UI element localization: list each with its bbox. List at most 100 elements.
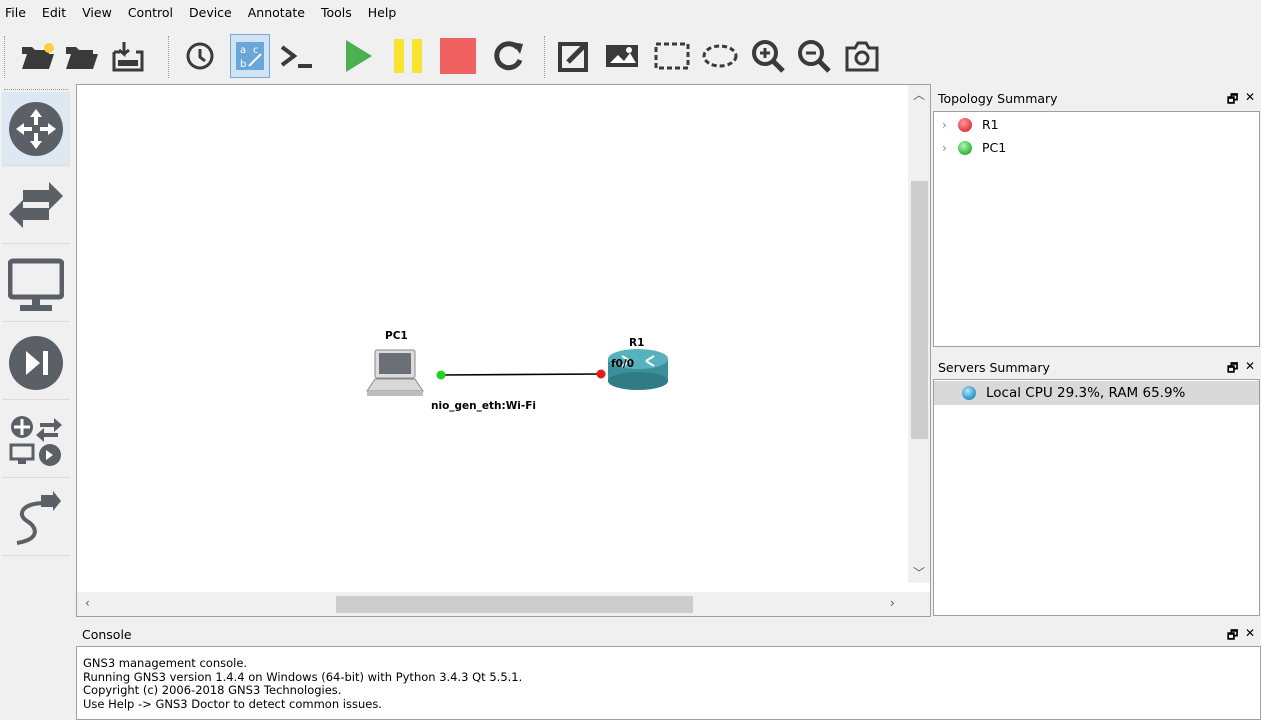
topology-item-pc1[interactable]: › PC1 xyxy=(942,140,1006,155)
svg-text:c: c xyxy=(253,45,259,56)
router-port-status-indicator xyxy=(596,369,606,379)
servers-summary-title: Servers Summary xyxy=(933,355,1259,379)
pc-node-label[interactable]: PC1 xyxy=(385,330,408,342)
menu-tools[interactable]: Tools xyxy=(313,0,360,26)
security-devices-icon xyxy=(9,335,63,390)
pc-port-label[interactable]: nio_gen_eth:Wi-Fi xyxy=(431,400,536,412)
save-snapshot-button[interactable] xyxy=(108,34,148,78)
open-project-button[interactable] xyxy=(62,34,102,78)
scrollbar-corner xyxy=(908,592,930,616)
new-project-icon xyxy=(22,43,54,69)
reload-all-button[interactable] xyxy=(488,34,528,78)
security-devices-button[interactable] xyxy=(2,326,70,400)
router-node-label[interactable]: R1 xyxy=(629,337,644,349)
add-link-button[interactable] xyxy=(2,482,70,556)
scroll-up-icon[interactable]: ︿ xyxy=(913,89,925,101)
stop-all-icon xyxy=(440,38,476,74)
router-port-label[interactable]: f0/0 xyxy=(611,358,634,370)
canvas-horizontal-scrollbar[interactable]: ‹ › xyxy=(77,592,908,616)
routers-button[interactable] xyxy=(2,92,70,166)
menu-control[interactable]: Control xyxy=(120,0,181,26)
pc-port-status-indicator xyxy=(436,370,446,380)
draw-rectangle-icon xyxy=(654,42,690,70)
menu-device[interactable]: Device xyxy=(181,0,240,26)
draw-rectangle-button[interactable] xyxy=(652,34,692,78)
console-line: Running GNS3 version 1.4.4 on Windows (6… xyxy=(83,669,523,684)
draw-ellipse-button[interactable] xyxy=(700,34,740,78)
menu-help[interactable]: Help xyxy=(360,0,405,26)
start-all-button[interactable] xyxy=(338,34,378,78)
zoom-in-icon xyxy=(752,40,785,73)
snapshot-clock-icon xyxy=(186,42,214,70)
draw-ellipse-icon xyxy=(702,44,738,68)
add-note-button[interactable] xyxy=(554,34,594,78)
servers-summary-title-text: Servers Summary xyxy=(938,359,1050,375)
all-devices-button[interactable] xyxy=(2,404,70,478)
suspend-all-icon xyxy=(394,39,422,73)
scroll-right-icon[interactable]: › xyxy=(890,597,895,609)
open-project-icon xyxy=(66,47,98,69)
suspend-all-button[interactable] xyxy=(388,34,428,78)
console-output[interactable]: GNS3 management console. Running GNS3 ve… xyxy=(76,646,1261,720)
topology-item-label: R1 xyxy=(982,117,999,132)
screenshot-button[interactable] xyxy=(842,34,882,78)
console-title-text: Console xyxy=(82,626,132,642)
canvas-horizontal-scroll-thumb[interactable] xyxy=(336,596,693,613)
menu-annotate[interactable]: Annotate xyxy=(240,0,313,26)
insert-image-button[interactable] xyxy=(602,34,642,78)
new-project-button[interactable] xyxy=(18,34,58,78)
end-devices-button[interactable] xyxy=(2,248,70,322)
toolbar-separator xyxy=(544,36,546,78)
console-all-button[interactable] xyxy=(278,34,318,78)
stop-all-button[interactable] xyxy=(438,34,478,78)
expand-chevron-icon[interactable]: › xyxy=(942,118,958,132)
servers-summary-close-icon[interactable]: ✕ xyxy=(1245,359,1255,373)
scroll-down-icon[interactable]: ﹀ xyxy=(913,567,925,579)
toolbar-grip[interactable] xyxy=(4,36,6,78)
menu-bar: File Edit View Control Device Annotate T… xyxy=(0,0,1261,26)
svg-text:a: a xyxy=(240,45,246,56)
console-line: Copyright (c) 2006-2018 GNS3 Technologie… xyxy=(83,683,342,697)
scroll-left-icon[interactable]: ‹ xyxy=(85,597,90,609)
server-item-local[interactable]: Local CPU 29.3%, RAM 65.9% xyxy=(934,381,1259,405)
zoom-out-button[interactable] xyxy=(794,34,834,78)
topology-summary-panel: › R1 › PC1 xyxy=(933,111,1260,347)
menu-view[interactable]: View xyxy=(74,0,120,26)
zoom-in-button[interactable] xyxy=(748,34,788,78)
device-panel-grip[interactable] xyxy=(4,89,68,91)
servers-summary-panel xyxy=(933,379,1260,616)
toolbar-separator xyxy=(168,36,170,78)
add-note-icon xyxy=(558,42,588,72)
show-interface-labels-icon: a c b xyxy=(236,42,264,70)
console-line: GNS3 management console. xyxy=(83,656,248,670)
server-item-label: Local CPU 29.3%, RAM 65.9% xyxy=(986,385,1186,401)
canvas-vertical-scroll-thumb[interactable] xyxy=(911,181,928,439)
topology-summary-float-icon[interactable]: 🗗 xyxy=(1227,90,1238,111)
snapshot-button[interactable] xyxy=(180,34,220,78)
console-all-icon xyxy=(280,45,312,68)
console-line: Use Help -> GNS3 Doctor to detect common… xyxy=(83,696,382,711)
topology-summary-title: Topology Summary xyxy=(933,86,1259,110)
all-devices-icon xyxy=(9,415,62,466)
topology-canvas[interactable]: PC1 R1 nio_gen_eth:Wi-Fi f0/0 ︿ ﹀ ‹ › xyxy=(76,84,931,617)
svg-text:b: b xyxy=(240,59,246,70)
network-link[interactable] xyxy=(440,373,602,376)
servers-summary-float-icon[interactable]: 🗗 xyxy=(1227,359,1238,380)
stopped-status-icon xyxy=(958,117,972,132)
show-interface-labels-button[interactable]: a c b xyxy=(230,34,270,78)
menu-edit[interactable]: Edit xyxy=(34,0,74,26)
topology-summary-title-text: Topology Summary xyxy=(938,90,1058,106)
toolbar: a c b xyxy=(0,26,1261,84)
pc-node-icon[interactable] xyxy=(366,349,424,396)
switches-button[interactable] xyxy=(2,170,70,244)
console-float-icon[interactable]: 🗗 xyxy=(1227,626,1238,647)
menu-file[interactable]: File xyxy=(0,0,34,26)
expand-chevron-icon[interactable]: › xyxy=(942,141,958,155)
switches-icon xyxy=(9,181,63,228)
topology-item-r1[interactable]: › R1 xyxy=(942,117,999,132)
console-close-icon[interactable]: ✕ xyxy=(1245,626,1255,640)
end-devices-icon xyxy=(8,258,64,311)
screenshot-icon xyxy=(845,41,879,72)
topology-summary-close-icon[interactable]: ✕ xyxy=(1245,90,1255,104)
canvas-vertical-scrollbar[interactable]: ︿ ﹀ xyxy=(908,85,930,583)
